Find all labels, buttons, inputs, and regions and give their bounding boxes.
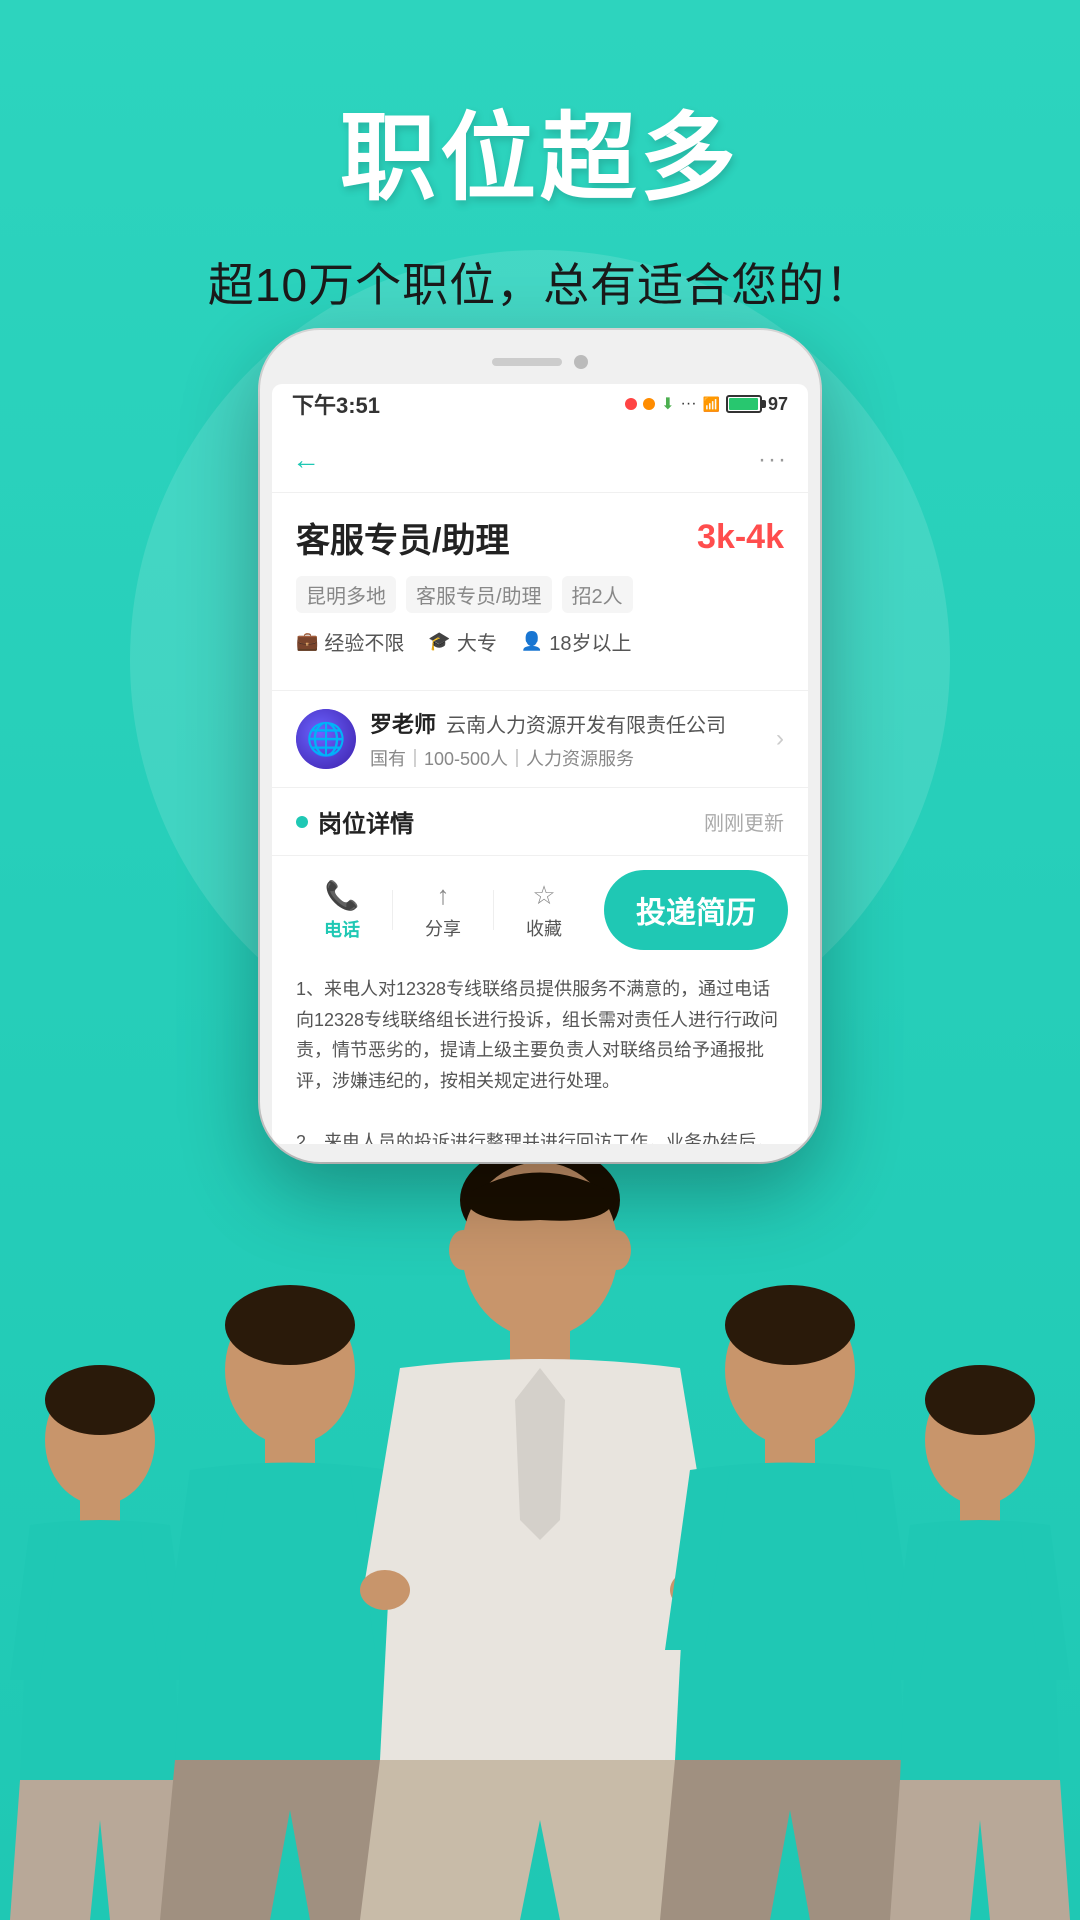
notif-dot-orange — [643, 398, 655, 410]
req-education-text: 大专 — [457, 627, 497, 656]
job-tag-position: 客服专员/助理 — [406, 576, 552, 613]
back-button[interactable]: ← — [292, 444, 320, 476]
job-desc-text: 1、来电人对12328专线联络员提供服务不满意的，通过电话向12328专线联络组… — [296, 974, 784, 1096]
company-full-name: 云南人力资源开发有限责任公司 — [446, 709, 726, 738]
job-tags: 昆明多地 客服专员/助理 招2人 — [296, 576, 784, 613]
req-experience-text: 经验不限 — [324, 627, 404, 656]
job-tag-count: 招2人 — [562, 576, 633, 613]
position-label: 岗位详情 — [296, 804, 414, 839]
recruiter-name: 罗老师 — [370, 707, 436, 739]
person-icon: 👤 — [521, 631, 543, 652]
share-action-icon: ↑ — [437, 880, 450, 911]
graduation-icon: 🎓 — [428, 631, 450, 652]
green-dot-icon — [296, 816, 308, 828]
sub-title: 超10万个职位，总有适合您的！ — [208, 249, 872, 315]
job-title-row: 客服专员/助理 3k-4k — [296, 513, 784, 562]
star-action-icon: ☆ — [532, 880, 555, 911]
req-age: 👤 18岁以上 — [521, 627, 632, 656]
status-time: 下午3:51 — [292, 388, 380, 420]
req-age-text: 18岁以上 — [549, 627, 631, 656]
phone-frame: 下午3:51 ⬇ ··· 📶 97 ← — [260, 330, 820, 1162]
phone-screen: 下午3:51 ⬇ ··· 📶 97 ← — [272, 384, 808, 1144]
job-description: 1、来电人对12328专线联络员提供服务不满意的，通过电话向12328专线联络组… — [272, 964, 808, 1144]
company-avatar: 🌐 — [296, 709, 356, 769]
action-bar: 📞 电话 ↑ 分享 ☆ 收藏 投递简历 — [272, 855, 808, 964]
job-salary: 3k-4k — [697, 518, 784, 557]
submit-resume-button[interactable]: 投递简历 — [604, 870, 788, 950]
company-info: 罗老师 云南人力资源开发有限责任公司 国有｜100-500人｜人力资源服务 — [370, 707, 762, 771]
job-tag-location: 昆明多地 — [296, 576, 396, 613]
persons-container — [0, 1100, 1080, 1920]
phone-action-label: 电话 — [324, 916, 360, 942]
position-details-row: 岗位详情 刚刚更新 — [272, 788, 808, 855]
signal-icon: 📶 — [703, 396, 720, 413]
job-title: 客服专员/助理 — [296, 513, 509, 562]
main-title: 职位超多 — [340, 80, 740, 219]
phone-action-item[interactable]: 📞 电话 — [292, 879, 392, 942]
phone-action-icon: 📞 — [325, 879, 360, 912]
position-label-text: 岗位详情 — [318, 804, 414, 839]
company-row[interactable]: 🌐 罗老师 云南人力资源开发有限责任公司 国有｜100-500人｜人力资源服务 … — [272, 690, 808, 788]
app-header: ← ··· — [272, 428, 808, 493]
phone-notch — [460, 348, 620, 376]
job-card: 客服专员/助理 3k-4k 昆明多地 客服专员/助理 招2人 💼 经验不限 — [272, 493, 808, 690]
status-bar: 下午3:51 ⬇ ··· 📶 97 — [272, 384, 808, 428]
battery-percent: 97 — [768, 394, 788, 415]
page-content: 职位超多 超10万个职位，总有适合您的！ 下午3:51 ⬇ — [0, 0, 1080, 1920]
share-action-item[interactable]: ↑ 分享 — [393, 880, 493, 941]
more-dots: ··· — [681, 395, 697, 413]
more-button[interactable]: ··· — [758, 446, 788, 474]
company-name-row: 罗老师 云南人力资源开发有限责任公司 — [370, 707, 762, 739]
battery-icon — [726, 395, 762, 413]
globe-icon: 🌐 — [306, 720, 346, 758]
company-arrow-icon: › — [776, 725, 784, 753]
phone-speaker — [492, 358, 562, 366]
job-desc-text-2: 2、来电人员的投诉进行整理并进行回访工作，业务办结后，结果进行抽查回访和记 — [296, 1127, 784, 1144]
download-icon: ⬇ — [661, 394, 674, 414]
updated-time: 刚刚更新 — [704, 807, 784, 836]
status-icons: ⬇ ··· 📶 97 — [625, 394, 788, 415]
collect-action-item[interactable]: ☆ 收藏 — [494, 880, 594, 941]
req-experience: 💼 经验不限 — [296, 627, 404, 656]
phone-camera — [574, 355, 588, 369]
company-details: 国有｜100-500人｜人力资源服务 — [370, 745, 762, 771]
share-action-label: 分享 — [425, 915, 461, 941]
job-requirements: 💼 经验不限 🎓 大专 👤 18岁以上 — [296, 627, 784, 656]
req-education: 🎓 大专 — [428, 627, 496, 656]
collect-action-label: 收藏 — [526, 915, 562, 941]
phone-mockup: 下午3:51 ⬇ ··· 📶 97 ← — [260, 330, 820, 1162]
briefcase-icon: 💼 — [296, 631, 318, 652]
battery-fill — [729, 398, 758, 410]
company-logo: 🌐 — [296, 709, 356, 769]
person-far-right — [880, 1360, 1080, 1920]
notif-dot-red — [625, 398, 637, 410]
